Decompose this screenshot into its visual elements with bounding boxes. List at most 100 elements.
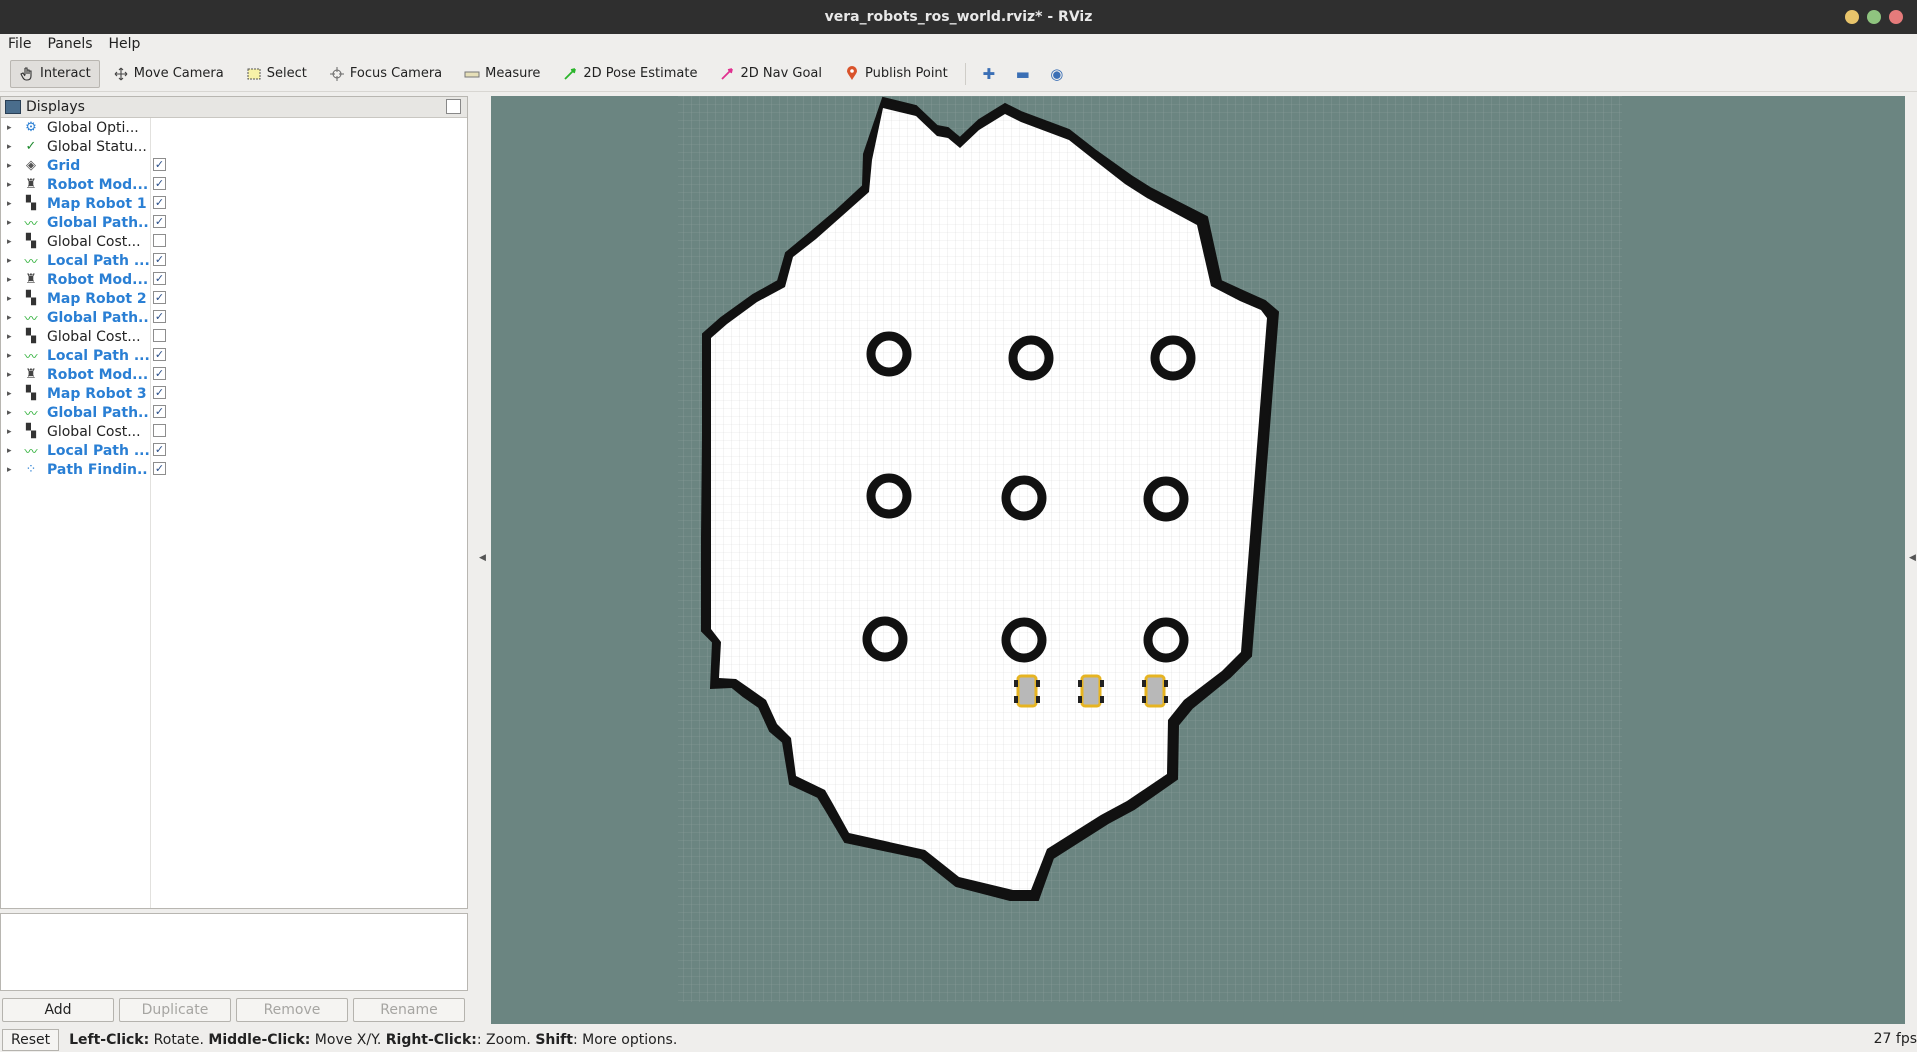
display-enable-checkbox[interactable]: [153, 424, 166, 437]
menu-help[interactable]: Help: [101, 36, 149, 52]
display-enable-checkbox[interactable]: ✓: [153, 196, 166, 209]
menu-file[interactable]: File: [0, 36, 39, 52]
display-item[interactable]: ▸ ▚ Global Cost...: [1, 232, 467, 251]
display-item[interactable]: ▸ ♜ Robot Mod... ✓: [1, 365, 467, 384]
display-enable-checkbox[interactable]: ✓: [153, 215, 166, 228]
path-icon: 〰: [24, 445, 38, 460]
move-camera-tool-button[interactable]: Move Camera: [104, 60, 233, 88]
3d-viewport[interactable]: [491, 96, 1905, 1024]
path-icon: 〰: [24, 312, 38, 327]
map-icon: ▚: [26, 234, 36, 249]
plus-icon: ✚: [982, 64, 996, 83]
remove-button[interactable]: Remove: [236, 998, 348, 1022]
interact-tool-button[interactable]: Interact: [10, 59, 100, 88]
expand-arrow-icon[interactable]: ▸: [7, 389, 19, 399]
expand-arrow-icon[interactable]: ▸: [7, 313, 19, 323]
expand-arrow-icon[interactable]: ▸: [7, 427, 19, 437]
display-item[interactable]: ▸ ♜ Robot Mod... ✓: [1, 270, 467, 289]
displays-tree[interactable]: ▸ ⚙ Global Opti... ▸ ✓ Global Statu... ▸ ◈ Grid ✓…: [1, 118, 467, 908]
nav-goal-tool-button[interactable]: 2D Nav Goal: [710, 60, 831, 88]
display-item[interactable]: ▸ ▚ Global Cost...: [1, 422, 467, 441]
collapse-left-icon[interactable]: ◀: [479, 553, 486, 563]
display-item[interactable]: ▸ ⁘ Path Findin... ✓: [1, 460, 467, 479]
toolbar: Interact Move Camera Select Focus Camera…: [0, 56, 1917, 92]
expand-arrow-icon[interactable]: ▸: [7, 332, 19, 342]
view-options-button[interactable]: ◉: [1042, 60, 1072, 88]
menu-panels[interactable]: Panels: [39, 36, 100, 52]
expand-arrow-icon[interactable]: ▸: [7, 142, 19, 152]
display-item[interactable]: ▸ 〰 Local Path ... ✓: [1, 251, 467, 270]
duplicate-button[interactable]: Duplicate: [119, 998, 231, 1022]
display-item[interactable]: ▸ ▚ Map Robot 1 ✓: [1, 194, 467, 213]
expand-arrow-icon[interactable]: ▸: [7, 275, 19, 285]
display-item[interactable]: ▸ 〰 Local Path ... ✓: [1, 441, 467, 460]
expand-arrow-icon[interactable]: ▸: [7, 237, 19, 247]
expand-arrow-icon[interactable]: ▸: [7, 180, 19, 190]
expand-arrow-icon[interactable]: ▸: [7, 218, 19, 228]
markers-icon: ⁘: [25, 462, 37, 477]
display-item[interactable]: ▸ ⚙ Global Opti...: [1, 118, 467, 137]
display-enable-checkbox[interactable]: ✓: [153, 405, 166, 418]
panel-float-button[interactable]: [446, 99, 461, 114]
display-item[interactable]: ▸ ▚ Global Cost...: [1, 327, 467, 346]
robot-model-icon: ♜: [25, 272, 37, 287]
expand-arrow-icon[interactable]: ▸: [7, 370, 19, 380]
rename-button[interactable]: Rename: [353, 998, 465, 1022]
display-item[interactable]: ▸ ♜ Robot Mod... ✓: [1, 175, 467, 194]
nav-goal-label: 2D Nav Goal: [740, 66, 823, 81]
expand-arrow-icon[interactable]: ▸: [7, 465, 19, 475]
expand-arrow-icon[interactable]: ▸: [7, 256, 19, 266]
display-enable-checkbox[interactable]: ✓: [153, 272, 166, 285]
display-enable-checkbox[interactable]: [153, 329, 166, 342]
display-enable-checkbox[interactable]: [153, 234, 166, 247]
expand-arrow-icon[interactable]: ▸: [7, 294, 19, 304]
pink-arrow-icon: [719, 66, 735, 82]
remove-tool-button[interactable]: ▬: [1008, 60, 1038, 88]
display-enable-checkbox[interactable]: ✓: [153, 386, 166, 399]
add-button[interactable]: Add: [2, 998, 114, 1022]
collapse-right-icon[interactable]: ◀: [1909, 553, 1916, 563]
display-item[interactable]: ▸ 〰 Global Path... ✓: [1, 308, 467, 327]
hand-pointer-icon: [19, 66, 35, 82]
publish-point-tool-button[interactable]: Publish Point: [835, 60, 957, 88]
display-item[interactable]: ▸ ▚ Map Robot 2 ✓: [1, 289, 467, 308]
map-icon: ▚: [26, 291, 36, 306]
display-item[interactable]: ▸ ◈ Grid ✓: [1, 156, 467, 175]
display-enable-checkbox[interactable]: ✓: [153, 253, 166, 266]
display-enable-checkbox[interactable]: ✓: [153, 177, 166, 190]
display-enable-checkbox[interactable]: ✓: [153, 367, 166, 380]
expand-arrow-icon[interactable]: ▸: [7, 123, 19, 133]
display-item-label: Global Path...: [47, 214, 149, 231]
reset-button[interactable]: Reset: [2, 1029, 60, 1051]
measure-label: Measure: [485, 66, 541, 81]
minimize-button[interactable]: [1845, 10, 1859, 24]
select-tool-button[interactable]: Select: [237, 60, 316, 88]
expand-arrow-icon[interactable]: ▸: [7, 408, 19, 418]
shift-action: : More options.: [572, 1032, 678, 1048]
expand-arrow-icon[interactable]: ▸: [7, 351, 19, 361]
expand-arrow-icon[interactable]: ▸: [7, 161, 19, 171]
display-item[interactable]: ▸ ✓ Global Statu...: [1, 137, 467, 156]
maximize-button[interactable]: [1867, 10, 1881, 24]
display-item[interactable]: ▸ ▚ Map Robot 3 ✓: [1, 384, 467, 403]
map-icon: ▚: [26, 386, 36, 401]
display-item[interactable]: ▸ 〰 Local Path ... ✓: [1, 346, 467, 365]
close-button[interactable]: [1889, 10, 1903, 24]
expand-arrow-icon[interactable]: ▸: [7, 446, 19, 456]
display-enable-checkbox[interactable]: ✓: [153, 462, 166, 475]
expand-arrow-icon[interactable]: ▸: [7, 199, 19, 209]
measure-tool-button[interactable]: Measure: [455, 60, 549, 88]
pose-estimate-tool-button[interactable]: 2D Pose Estimate: [553, 60, 706, 88]
display-enable-checkbox[interactable]: ✓: [153, 291, 166, 304]
display-enable-checkbox[interactable]: ✓: [153, 443, 166, 456]
display-enable-checkbox[interactable]: ✓: [153, 310, 166, 323]
monitor-icon: [5, 100, 21, 114]
display-enable-checkbox[interactable]: ✓: [153, 158, 166, 171]
status-hint: Left-Click: Rotate. Middle-Click: Move X…: [69, 1032, 677, 1048]
focus-camera-tool-button[interactable]: Focus Camera: [320, 60, 451, 88]
display-item-label: Path Findin...: [47, 461, 149, 478]
display-item[interactable]: ▸ 〰 Global Path... ✓: [1, 403, 467, 422]
display-enable-checkbox[interactable]: ✓: [153, 348, 166, 361]
display-item[interactable]: ▸ 〰 Global Path... ✓: [1, 213, 467, 232]
add-tool-button[interactable]: ✚: [974, 60, 1004, 88]
